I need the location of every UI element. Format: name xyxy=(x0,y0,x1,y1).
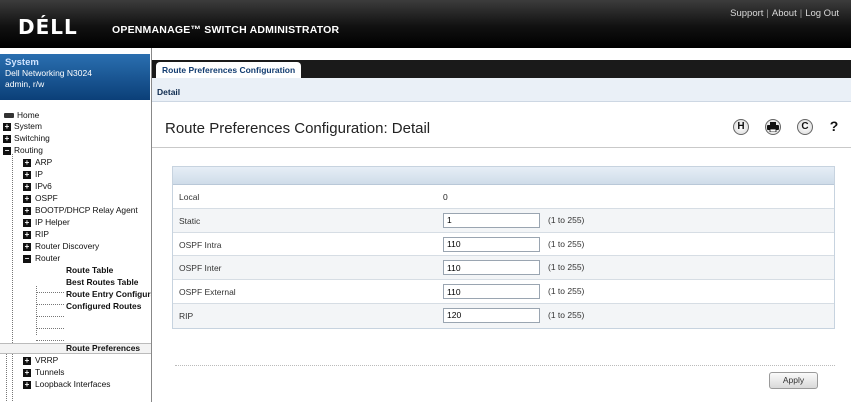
nav-bootp-relay[interactable]: BOOTP/DHCP Relay Agent xyxy=(35,205,138,216)
tree-line xyxy=(12,154,13,402)
refresh-icon[interactable]: C xyxy=(797,119,813,135)
about-link[interactable]: About xyxy=(772,8,797,19)
expand-icon[interactable]: + xyxy=(23,171,31,179)
row-label: Local xyxy=(179,192,200,202)
tab-route-preferences-configuration[interactable]: Route Preferences Configuration xyxy=(156,62,302,78)
expand-icon[interactable]: + xyxy=(23,207,31,215)
expand-icon[interactable]: + xyxy=(23,195,31,203)
route-preferences-table: Local 0 Static (1 to 255) OSPF Intra (1 … xyxy=(172,166,835,329)
local-value: 0 xyxy=(443,192,448,202)
system-info-box: System Dell Networking N3024 admin, r/w xyxy=(0,54,150,100)
table-row-rip: RIP (1 to 255) xyxy=(173,303,834,328)
subtab-bar: Detail xyxy=(152,78,851,102)
system-title: System xyxy=(5,57,39,68)
expand-icon[interactable]: + xyxy=(23,381,31,389)
print-glyph xyxy=(767,122,779,133)
nav-system[interactable]: System xyxy=(14,121,42,132)
apply-button[interactable]: Apply xyxy=(769,372,818,389)
collapse-icon[interactable]: − xyxy=(23,255,31,263)
expand-icon[interactable]: + xyxy=(23,231,31,239)
nav-route-preferences[interactable]: Route Preferences xyxy=(66,343,140,354)
table-header xyxy=(173,167,834,185)
nav-best-routes-table[interactable]: Best Routes Table xyxy=(66,277,138,288)
static-input[interactable] xyxy=(443,212,540,228)
tree-line xyxy=(36,316,64,317)
nav-vrrp[interactable]: VRRP xyxy=(35,355,58,366)
nav-configured-routes[interactable]: Configured Routes xyxy=(66,301,141,312)
nav-arp[interactable]: ARP xyxy=(35,157,52,168)
tree-line xyxy=(36,328,64,329)
table-row-ospf-inter: OSPF Inter (1 to 255) xyxy=(173,256,834,281)
link-separator: | xyxy=(766,8,769,19)
system-user: admin, r/w xyxy=(5,79,45,89)
expand-icon[interactable]: + xyxy=(3,123,11,131)
nav-router-discovery[interactable]: Router Discovery xyxy=(35,241,99,252)
nav-rip[interactable]: RIP xyxy=(35,229,49,240)
expand-icon[interactable]: + xyxy=(3,135,11,143)
nav-switching[interactable]: Switching xyxy=(14,133,50,144)
range-hint: (1 to 255) xyxy=(548,286,585,297)
title-divider xyxy=(152,147,851,148)
range-hint: (1 to 255) xyxy=(548,238,585,249)
question-icon[interactable]: ? xyxy=(826,119,842,135)
row-label: OSPF External xyxy=(179,287,236,298)
subtab-detail[interactable]: Detail xyxy=(157,87,180,97)
row-label: OSPF Intra xyxy=(179,239,222,250)
nav-route-table[interactable]: Route Table xyxy=(66,265,113,276)
table-row-local: Local 0 xyxy=(173,185,834,209)
nav-route-entry-config[interactable]: Route Entry Configuration xyxy=(66,289,151,300)
nav-tunnels[interactable]: Tunnels xyxy=(35,367,64,378)
tree-line xyxy=(36,304,64,305)
top-links: Support | About | Log Out xyxy=(730,8,839,19)
logout-link[interactable]: Log Out xyxy=(805,8,839,19)
expand-icon[interactable]: + xyxy=(23,243,31,251)
h-help-icon[interactable]: H xyxy=(733,119,749,135)
page-title: Route Preferences Configuration: Detail xyxy=(165,120,431,137)
nav-router[interactable]: Router xyxy=(35,253,60,264)
nav-home[interactable]: Home xyxy=(17,110,39,121)
form-divider xyxy=(175,365,835,366)
expand-icon[interactable]: + xyxy=(23,369,31,377)
tab-bar: Route Preferences Configuration xyxy=(152,60,851,78)
nav-loopback-interfaces[interactable]: Loopback Interfaces xyxy=(35,379,110,390)
app-header: DÉLL OPENMANAGE™ SWITCH ADMINISTRATOR Su… xyxy=(0,0,851,48)
nav-ospf[interactable]: OSPF xyxy=(35,193,58,204)
expand-icon[interactable]: + xyxy=(23,159,31,167)
table-row-static: Static (1 to 255) xyxy=(173,208,834,233)
range-hint: (1 to 255) xyxy=(548,214,585,225)
ospf-external-input[interactable] xyxy=(443,284,540,300)
nav-ip-helper[interactable]: IP Helper xyxy=(35,217,70,228)
table-row-ospf-external: OSPF External (1 to 255) xyxy=(173,280,834,304)
range-hint: (1 to 255) xyxy=(548,262,585,273)
row-label: RIP xyxy=(179,310,194,321)
expand-icon[interactable]: + xyxy=(23,183,31,191)
rip-input[interactable] xyxy=(443,307,540,323)
tree-line xyxy=(36,292,64,293)
nav-ipv6[interactable]: IPv6 xyxy=(35,181,52,192)
table-row-ospf-intra: OSPF Intra (1 to 255) xyxy=(173,232,834,257)
dell-logo: DÉLL xyxy=(18,15,78,39)
link-separator: | xyxy=(799,8,803,19)
print-icon[interactable] xyxy=(765,119,781,135)
range-hint: (1 to 255) xyxy=(548,309,585,320)
support-link[interactable]: Support xyxy=(730,8,763,19)
row-label: OSPF Inter xyxy=(179,263,222,274)
expand-icon[interactable]: + xyxy=(23,357,31,365)
tree-line xyxy=(36,340,64,341)
nav-routing[interactable]: Routing xyxy=(14,145,43,156)
ospf-intra-input[interactable] xyxy=(443,236,540,252)
system-model: Dell Networking N3024 xyxy=(5,68,92,78)
nav-ip[interactable]: IP xyxy=(35,169,43,180)
collapse-icon[interactable]: − xyxy=(3,147,11,155)
expand-icon[interactable]: + xyxy=(23,219,31,227)
navigation-panel: System Dell Networking N3024 admin, r/w … xyxy=(0,48,152,402)
ospf-inter-input[interactable] xyxy=(443,260,540,276)
product-title: OPENMANAGE™ SWITCH ADMINISTRATOR xyxy=(112,24,340,36)
home-icon xyxy=(4,113,14,118)
row-label: Static xyxy=(179,215,201,226)
